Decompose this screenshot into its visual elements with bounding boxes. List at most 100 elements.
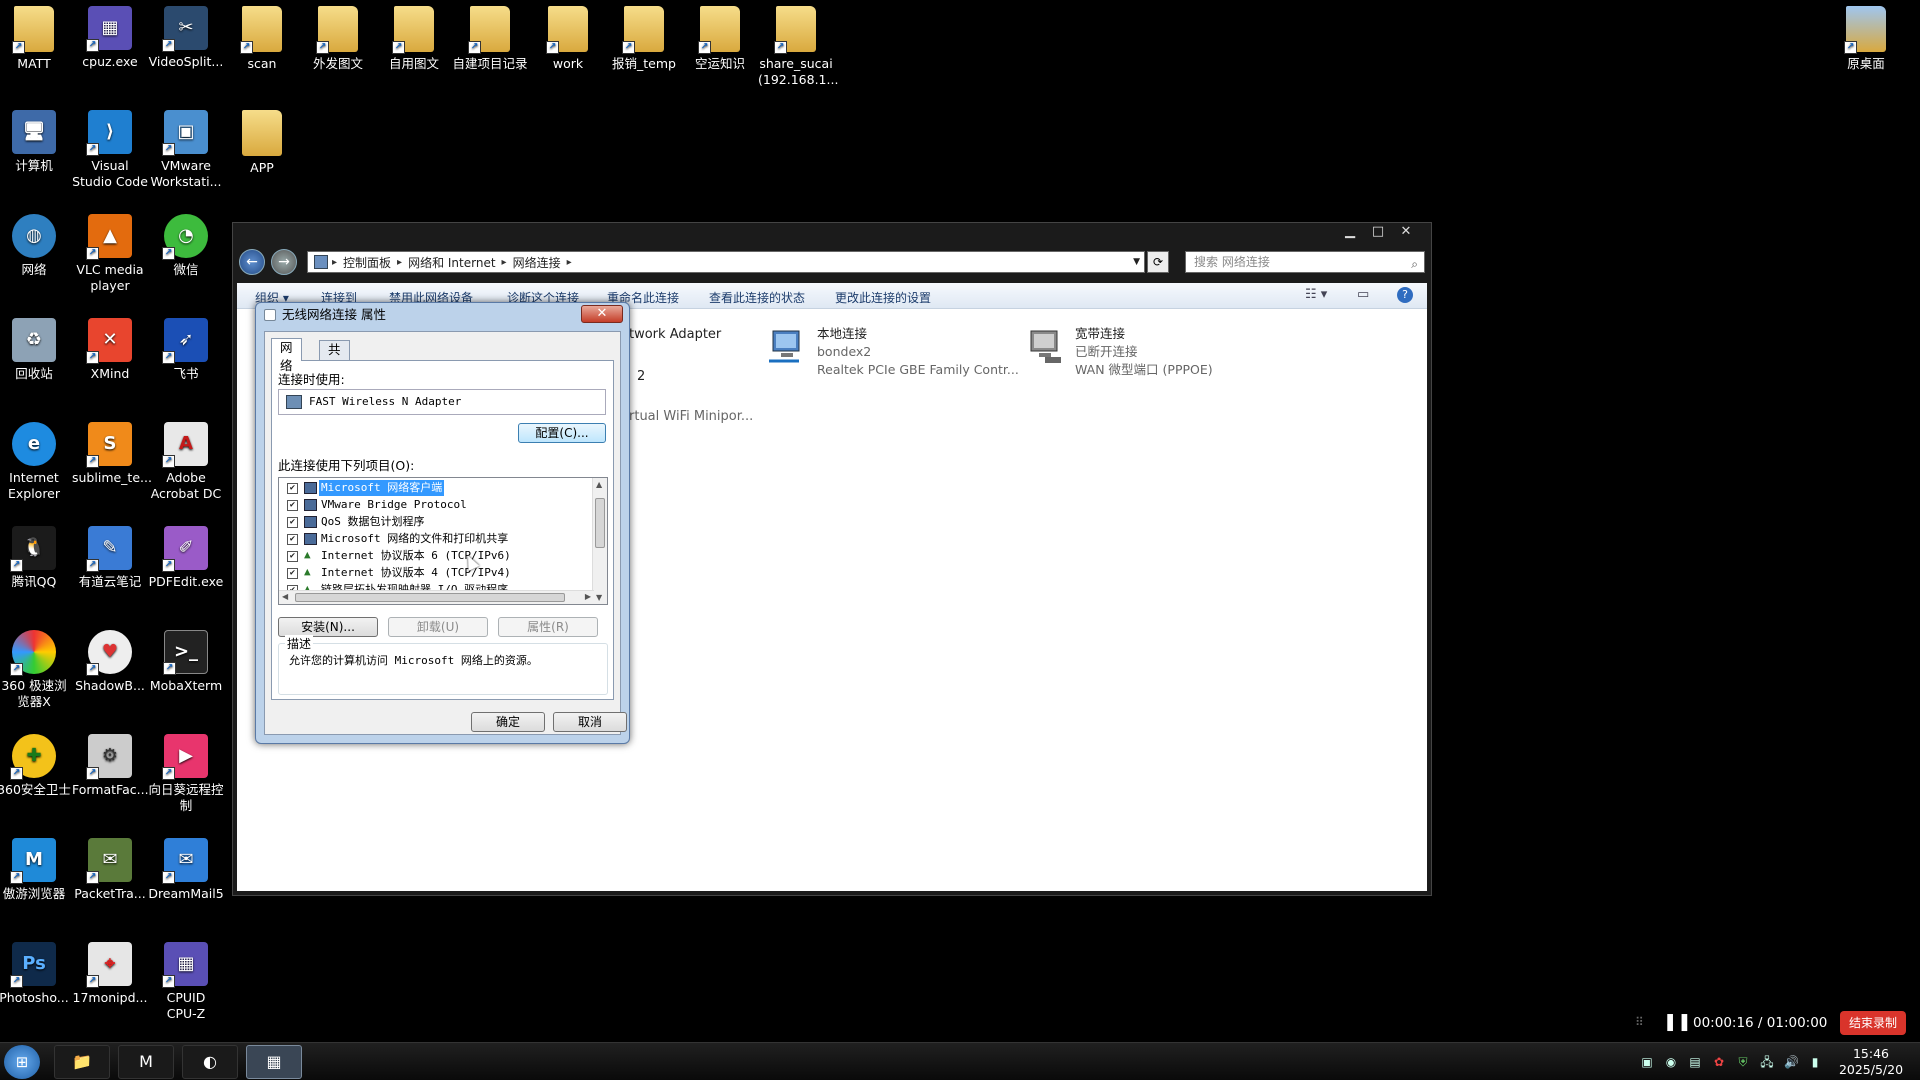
desktop-icon-maxthon[interactable]: M ↗ 傲游浏览器 [0, 838, 72, 902]
taskbar-explorer[interactable]: 📁 [54, 1045, 110, 1079]
uninstall-button[interactable]: 卸载(U) [388, 617, 488, 637]
window-titlebar[interactable]: ▁ □ ✕ [233, 223, 1431, 243]
vertical-scrollbar[interactable]: ▲ ▼ [592, 478, 607, 604]
desktop-icon-sublime[interactable]: S ↗ sublime_te... [72, 422, 152, 486]
drag-handle-icon[interactable]: ⠿ [1635, 1015, 1644, 1029]
components-list[interactable]: ✔ Microsoft 网络客户端 ✔ VMware Bridge Protocol… [278, 477, 608, 605]
tab-sharing[interactable]: 共享 [319, 340, 350, 375]
close-button[interactable]: ✕ [1393, 223, 1419, 241]
desktop-icon-photoshop[interactable]: Ps ↗ Photosho... [0, 942, 72, 1006]
volume-icon[interactable]: 🔊 [1784, 1055, 1799, 1069]
install-button[interactable]: 安装(N)... [278, 617, 378, 637]
desktop-icon-ziyong[interactable]: ↗ 自用图文 [376, 6, 452, 72]
desktop-icon-qq[interactable]: 🐧 ↗ 腾讯QQ [0, 526, 72, 590]
desktop-icon-xmind[interactable]: ✕ ↗ XMind [72, 318, 148, 382]
checkbox[interactable]: ✔ [287, 483, 298, 494]
taskbar-edge[interactable]: ◐ [182, 1045, 238, 1079]
system-clock[interactable]: 15:46 2025/5/20 [1826, 1046, 1916, 1078]
desktop-icon-ipdb[interactable]: ⌖ ↗ 17monipd... [72, 942, 148, 1006]
desktop-icon-dreammail[interactable]: ✉ ↗ DreamMail5 [148, 838, 224, 902]
list-item[interactable]: ✔ ▲ Internet 协议版本 6 (TCP/IPv6) [279, 548, 579, 565]
breadcrumb-control-panel[interactable]: 控制面板 [343, 254, 391, 271]
configure-button[interactable]: 配置(C)... [518, 423, 606, 443]
desktop-icon-vmware[interactable]: ▣ ↗ VMware Workstati... [148, 110, 224, 189]
start-button[interactable]: ⊞ [4, 1045, 40, 1079]
desktop-icon-videosplit[interactable]: ✂ ↗ VideoSplit... [148, 6, 224, 70]
desktop-icon-sunlogin[interactable]: ▶ ↗ 向日葵远程控 制 [148, 734, 224, 813]
checkbox[interactable]: ✔ [287, 551, 298, 562]
desktop-icon-baoxiao[interactable]: ↗ 报销_temp [606, 6, 682, 72]
tray-window-icon[interactable]: ▤ [1688, 1055, 1702, 1069]
scroll-left-icon[interactable]: ◀ [282, 592, 288, 601]
scroll-down-icon[interactable]: ▼ [596, 593, 602, 602]
dialog-titlebar[interactable]: 无线网络连接 属性 ✕ [256, 303, 629, 327]
address-bar[interactable]: ▸ 控制面板 ▸ 网络和 Internet ▸ 网络连接 ▸ ▼ [307, 251, 1145, 273]
desktop-icon-shadowbot[interactable]: ♥ ↗ ShadowB... [72, 630, 148, 694]
list-item[interactable]: ✔ QoS 数据包计划程序 [279, 514, 579, 531]
checkbox[interactable]: ✔ [287, 500, 298, 511]
scroll-right-icon[interactable]: ▶ [585, 592, 591, 601]
refresh-button[interactable]: ⟳ [1147, 251, 1169, 273]
desktop-icon-wechat[interactable]: ◔ ↗ 微信 [148, 214, 224, 278]
desktop-icon-work[interactable]: ↗ work [530, 6, 606, 72]
search-input[interactable]: 搜索 网络连接 ⌕ [1185, 251, 1425, 273]
maximize-button[interactable]: □ [1365, 223, 1391, 241]
change-settings-button[interactable]: 更改此连接的设置 [835, 289, 931, 306]
forward-button[interactable]: → [271, 249, 297, 275]
minimize-button[interactable]: ▁ [1337, 223, 1363, 241]
scroll-up-icon[interactable]: ▲ [596, 480, 602, 489]
properties-button[interactable]: 属性(R) [498, 617, 598, 637]
checkbox[interactable]: ✔ [287, 568, 298, 579]
desktop-icon-vscode[interactable]: ⟩ ↗ Visual Studio Code [72, 110, 148, 189]
list-item[interactable]: ✔ Microsoft 网络的文件和打印机共享 [279, 531, 579, 548]
desktop-icon-youdao[interactable]: ✎ ↗ 有道云笔记 [72, 526, 148, 590]
desktop-icon-360-browser[interactable]: ↗ 360 极速浏 览器X [0, 630, 72, 709]
tray-sunlogin-icon[interactable]: ✿ [1712, 1055, 1726, 1069]
view-status-button[interactable]: 查看此连接的状态 [709, 289, 805, 306]
cancel-button[interactable]: 取消 [553, 712, 627, 732]
breadcrumb-network-connections[interactable]: 网络连接 [513, 254, 561, 271]
horizontal-scrollbar[interactable]: ◀ ▶ [279, 590, 594, 604]
help-icon[interactable]: ? [1397, 287, 1413, 303]
connection-local-area[interactable]: 本地连接 bondex2 Realtek PCIe GBE Family Con… [769, 325, 1019, 379]
desktop-icon-acrobat[interactable]: A ↗ Adobe Acrobat DC [148, 422, 224, 501]
desktop-icon-app[interactable]: APP [224, 110, 300, 176]
desktop-icon-matt[interactable]: ↗ MATT [0, 6, 72, 72]
list-item[interactable]: ✔ Microsoft 网络客户端 [279, 480, 579, 497]
pause-icon[interactable]: ❚❚ [1663, 1012, 1692, 1032]
desktop-icon-formatfactory[interactable]: ⚙ ↗ FormatFac... [72, 734, 149, 798]
desktop-icon-zijian[interactable]: ↗ 自建项目记录 [452, 6, 528, 72]
signal-icon[interactable]: ▮ [1808, 1055, 1822, 1069]
desktop-icon-share-sucai[interactable]: ↗ share_sucai (192.168.1... [758, 6, 838, 87]
tab-network[interactable]: 网络 [271, 338, 302, 373]
taskbar-network-connections[interactable]: ▦ [246, 1045, 302, 1079]
list-item[interactable]: ✔ VMware Bridge Protocol [279, 497, 579, 514]
scroll-thumb[interactable] [595, 498, 605, 548]
tray-security-icon[interactable]: ⛨ [1736, 1055, 1750, 1069]
desktop-icon-vlc[interactable]: ▲ ↗ VLC media player [72, 214, 148, 293]
dialog-close-button[interactable]: ✕ [581, 305, 623, 323]
tray-app-icon[interactable]: ▣ [1640, 1055, 1654, 1069]
tray-network-icon[interactable]: 🖧 [1760, 1055, 1774, 1069]
desktop-icon-cpuz[interactable]: ▦ ↗ cpuz.exe [72, 6, 148, 70]
checkbox[interactable]: ✔ [287, 517, 298, 528]
stop-recording-button[interactable]: 结束录制 [1840, 1011, 1906, 1035]
desktop-icon-cpuid[interactable]: ▦ ↗ CPUID CPU-Z [148, 942, 224, 1021]
desktop-icon-computer[interactable]: 🖥 计算机 [0, 110, 72, 174]
list-item[interactable]: ✔ ▲ Internet 协议版本 4 (TCP/IPv4) [279, 565, 579, 582]
search-icon[interactable]: ⌕ [1411, 254, 1418, 274]
tray-browser-icon[interactable]: ◉ [1664, 1055, 1678, 1069]
breadcrumb-network-internet[interactable]: 网络和 Internet [408, 254, 495, 271]
desktop-icon-waifa[interactable]: ↗ 外发图文 [300, 6, 376, 72]
desktop-icon-scan[interactable]: ↗ scan [224, 6, 300, 72]
taskbar-maxthon[interactable]: M [118, 1045, 174, 1079]
desktop-icon-packettracer[interactable]: ✉ ↗ PacketTra... [72, 838, 148, 902]
scroll-thumb[interactable] [295, 593, 565, 602]
desktop-icon-ie[interactable]: e Internet Explorer [0, 422, 72, 501]
preview-pane-icon[interactable]: ▭ [1357, 287, 1369, 302]
ok-button[interactable]: 确定 [471, 712, 545, 732]
desktop-icon-kongyun[interactable]: ↗ 空运知识 [682, 6, 758, 72]
view-options-icon[interactable]: ☷ ▾ [1305, 287, 1327, 302]
desktop-icon-pdfedit[interactable]: ✐ ↗ PDFEdit.exe [148, 526, 224, 590]
desktop-icon-yuanzhuomian[interactable]: ↗ 原桌面 [1828, 6, 1904, 72]
